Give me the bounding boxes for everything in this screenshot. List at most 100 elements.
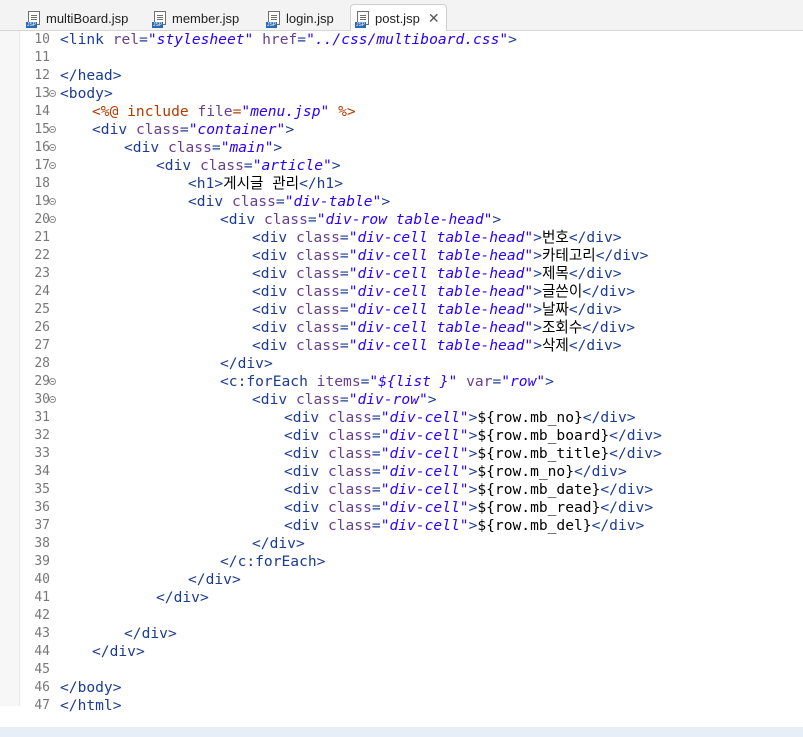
line-number: 39 [34, 554, 50, 569]
tab-login-jsp[interactable]: login.jsp [262, 6, 340, 30]
code-line[interactable]: 23 <div class="div-cell table-head">제목</d… [0, 265, 803, 283]
line-number: 15 [34, 122, 50, 137]
code-text: <div class="div-cell">${row.mb_board}</d… [284, 427, 662, 444]
code-line[interactable]: 34 <div class="div-cell">${row.m_no}</div… [0, 463, 803, 481]
code-line[interactable]: 30 <div class="div-row"> [0, 391, 803, 409]
collapse-fold-icon[interactable] [49, 162, 56, 169]
code-text: <div class="main"> [124, 139, 283, 156]
code-text: <body> [60, 85, 113, 102]
line-number: 30 [34, 392, 50, 407]
tab-post-jsp[interactable]: post.jsp ✕ [350, 4, 447, 31]
code-line[interactable]: 41 </div> [0, 589, 803, 607]
code-text: <div class="div-cell">${row.m_no}</div> [284, 463, 627, 480]
line-number: 23 [34, 266, 50, 281]
code-line[interactable]: 39 </c:forEach> [0, 553, 803, 571]
code-text: <div class="div-cell">${row.mb_date}</di… [284, 481, 654, 498]
line-number: 36 [34, 500, 50, 515]
code-line[interactable]: 38 </div> [0, 535, 803, 553]
collapse-fold-icon[interactable] [49, 126, 56, 133]
code-line[interactable]: 44 </div> [0, 643, 803, 661]
code-editor[interactable]: 10 <link rel="stylesheet" href="../css/mu… [0, 31, 803, 737]
code-line[interactable]: 32 <div class="div-cell">${row.mb_board}<… [0, 427, 803, 445]
line-number: 31 [34, 410, 50, 425]
collapse-fold-icon[interactable] [49, 90, 56, 97]
jsp-file-icon [152, 11, 166, 28]
line-number: 19 [34, 194, 50, 209]
code-line[interactable]: 40 </div> [0, 571, 803, 589]
collapse-fold-icon[interactable] [49, 378, 56, 385]
code-line[interactable]: 10 <link rel="stylesheet" href="../css/mu… [0, 31, 803, 49]
code-text: <link rel="stylesheet" href="../css/mult… [60, 31, 517, 48]
code-line[interactable]: 11 [0, 49, 803, 67]
code-line[interactable]: 25 <div class="div-cell table-head">날짜</d… [0, 301, 803, 319]
line-number: 17 [34, 158, 50, 173]
tab-multiboard-jsp[interactable]: multiBoard.jsp [22, 6, 134, 30]
line-number: 43 [34, 626, 50, 641]
jsp-file-icon [26, 11, 40, 28]
code-line[interactable]: 22 <div class="div-cell table-head">카테고리<… [0, 247, 803, 265]
code-text: <div class="div-cell">${row.mb_title}</d… [284, 445, 662, 462]
code-text: <div class="div-cell table-head">번호</div… [252, 229, 622, 246]
code-line[interactable]: 21 <div class="div-cell table-head">번호</d… [0, 229, 803, 247]
collapse-fold-icon[interactable] [49, 396, 56, 403]
code-line[interactable]: 35 <div class="div-cell">${row.mb_date}</… [0, 481, 803, 499]
code-line[interactable]: 14 <%@ include file="menu.jsp" %> [0, 103, 803, 121]
tab-label: login.jsp [286, 10, 334, 26]
code-text: <div class="div-cell">${row.mb_del}</div… [284, 517, 645, 534]
code-line[interactable]: 45 [0, 661, 803, 679]
code-line[interactable]: 33 <div class="div-cell">${row.mb_title}<… [0, 445, 803, 463]
line-number: 44 [34, 644, 50, 659]
code-text: <div class="div-cell">${row.mb_no}</div> [284, 409, 636, 426]
code-line[interactable]: 17 <div class="article"> [0, 157, 803, 175]
code-line[interactable]: 36 <div class="div-cell">${row.mb_read}</… [0, 499, 803, 517]
code-line[interactable]: 37 <div class="div-cell">${row.mb_del}</d… [0, 517, 803, 535]
line-number: 14 [34, 104, 50, 119]
code-line[interactable]: 20 <div class="div-row table-head"> [0, 211, 803, 229]
code-line[interactable]: 31 <div class="div-cell">${row.mb_no}</di… [0, 409, 803, 427]
code-line[interactable]: 29 <c:forEach items="${list }" var="row"> [0, 373, 803, 391]
tab-label: member.jsp [172, 10, 240, 26]
collapse-fold-icon[interactable] [49, 144, 56, 151]
line-number: 20 [34, 212, 50, 227]
code-line[interactable]: 12 </head> [0, 67, 803, 85]
code-text: <div class="div-cell table-head">제목</div… [252, 265, 622, 282]
code-line[interactable]: 28 </div> [0, 355, 803, 373]
close-tab-icon[interactable]: ✕ [428, 10, 440, 27]
line-number: 41 [34, 590, 50, 605]
code-text: </c:forEach> [220, 553, 326, 570]
line-number: 32 [34, 428, 50, 443]
code-line[interactable]: 47 </html> [0, 697, 803, 715]
code-text: </div> [188, 571, 241, 588]
line-number: 45 [34, 662, 50, 677]
code-line[interactable]: 15 <div class="container"> [0, 121, 803, 139]
code-text: <div class="div-cell table-head">날짜</div… [252, 301, 622, 318]
tab-member-jsp[interactable]: member.jsp [148, 6, 245, 30]
code-text: <div class="container"> [92, 121, 295, 138]
code-line[interactable]: 24 <div class="div-cell table-head">글쓴이</… [0, 283, 803, 301]
code-line[interactable]: 43 </div> [0, 625, 803, 643]
code-line[interactable]: 18 <h1>게시글 관리</h1> [0, 175, 803, 193]
line-number: 24 [34, 284, 50, 299]
code-line[interactable]: 42 [0, 607, 803, 625]
collapse-fold-icon[interactable] [49, 216, 56, 223]
code-text: <div class="div-cell table-head">삭제</div… [252, 337, 622, 354]
code-line[interactable]: 16 <div class="main"> [0, 139, 803, 157]
code-text: <div class="div-cell table-head">조회수</di… [252, 319, 636, 336]
tab-label: post.jsp [375, 10, 420, 26]
code-line[interactable]: 46 </body> [0, 679, 803, 697]
line-number: 10 [34, 32, 50, 47]
code-text: <div class="div-cell">${row.mb_read}</di… [284, 499, 654, 516]
code-text: </body> [60, 679, 122, 696]
code-line[interactable]: 26 <div class="div-cell table-head">조회수</… [0, 319, 803, 337]
code-line[interactable]: 27 <div class="div-cell table-head">삭제</d… [0, 337, 803, 355]
code-line[interactable]: 13 <body> [0, 85, 803, 103]
line-number: 21 [34, 230, 50, 245]
line-number: 13 [34, 86, 50, 101]
line-number: 12 [34, 68, 50, 83]
code-text: <div class="article"> [156, 157, 341, 174]
code-text: <div class="div-row table-head"> [220, 211, 502, 228]
line-number: 25 [34, 302, 50, 317]
line-number: 35 [34, 482, 50, 497]
collapse-fold-icon[interactable] [49, 198, 56, 205]
code-line[interactable]: 19 <div class="div-table"> [0, 193, 803, 211]
